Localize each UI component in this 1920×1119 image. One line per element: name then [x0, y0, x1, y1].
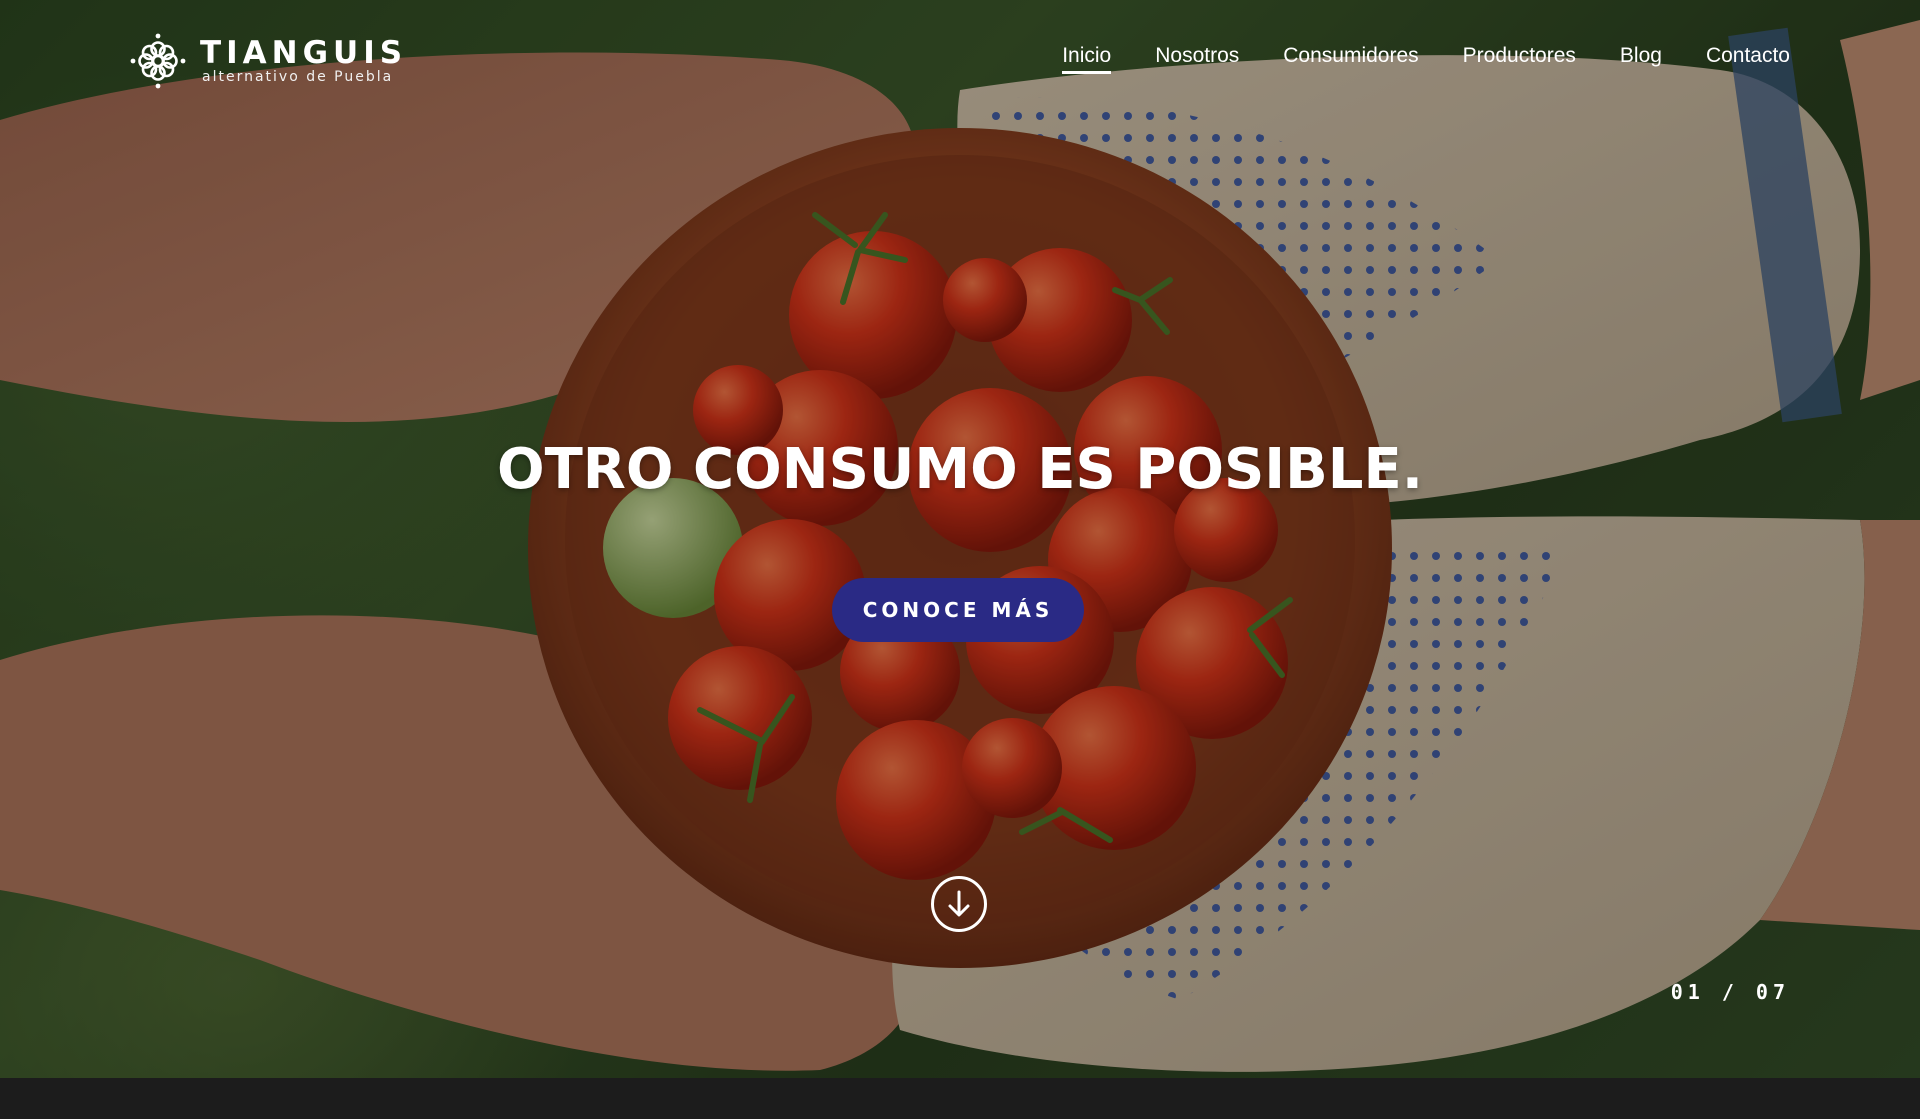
nav-item-consumidores[interactable]: Consumidores [1283, 44, 1418, 74]
nav-item-nosotros[interactable]: Nosotros [1155, 44, 1239, 74]
nav-item-blog[interactable]: Blog [1620, 44, 1662, 74]
hero-headline: OTRO CONSUMO ES POSIBLE. [496, 437, 1424, 502]
arrow-down-icon [948, 890, 970, 917]
nav-item-productores[interactable]: Productores [1463, 44, 1576, 74]
scroll-down-button[interactable] [931, 876, 987, 932]
brand-tagline: alternativo de Puebla [202, 69, 394, 85]
slide-counter: 01 / 07 [1670, 980, 1790, 1004]
main-nav: Inicio Nosotros Consumidores Productores… [1018, 44, 1790, 74]
logo-text: TIANGUIS alternativo de Puebla [200, 37, 407, 85]
brand-name: TIANGUIS [200, 35, 408, 71]
bottom-bar [0, 1078, 1920, 1119]
conoce-mas-button[interactable]: CONOCE MÁS [832, 578, 1084, 642]
nav-item-contacto[interactable]: Contacto [1706, 44, 1790, 74]
flower-mandala-icon [130, 33, 186, 89]
nav-item-inicio[interactable]: Inicio [1062, 44, 1112, 74]
site-logo[interactable]: TIANGUIS alternativo de Puebla [130, 30, 407, 92]
